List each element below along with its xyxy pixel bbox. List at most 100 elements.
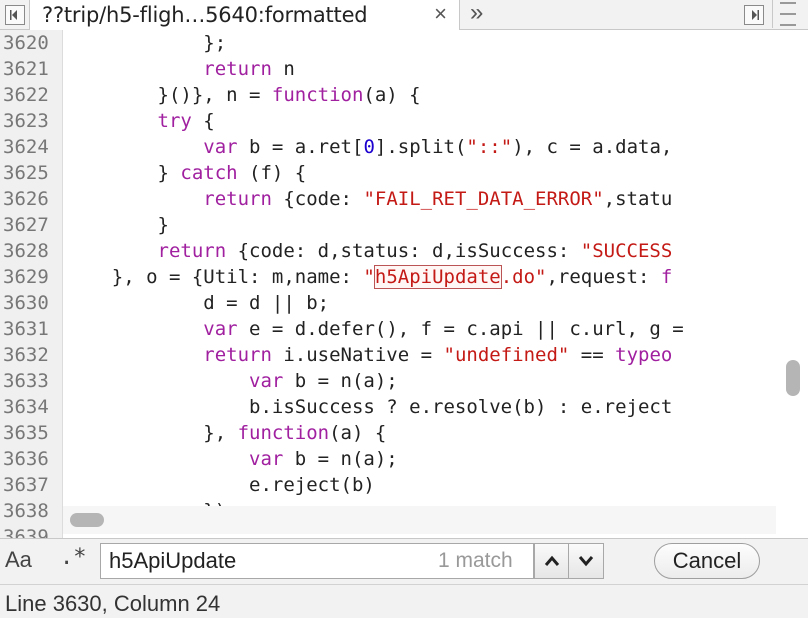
code-token: e.reject(b) [66, 474, 375, 496]
line-number[interactable]: 3627 [0, 212, 58, 238]
code-token: b = n(a); [283, 370, 398, 392]
code-token: f [660, 266, 673, 288]
code-token: .do" [500, 266, 547, 288]
line-number[interactable]: 3620 [0, 30, 58, 56]
code-line: return n [66, 56, 295, 82]
line-number[interactable]: 3626 [0, 186, 58, 212]
code-line: e.reject(b) [66, 472, 375, 498]
toggle-debugger-button[interactable] [736, 0, 772, 29]
code-line: var e = d.defer(), f = c.api || c.url, g… [66, 316, 684, 342]
code-token: == [569, 344, 616, 366]
code-token: var [203, 318, 238, 340]
line-number[interactable]: 3621 [0, 56, 58, 82]
code-line: } [66, 212, 169, 238]
code-token: catch [180, 162, 238, 184]
line-number[interactable]: 3630 [0, 290, 58, 316]
code-token: n [271, 58, 295, 80]
code-token: var [203, 136, 238, 158]
line-number[interactable]: 3634 [0, 394, 58, 420]
match-case-toggle[interactable]: Aa [5, 547, 32, 573]
code-token: var [249, 370, 284, 392]
panel-left-icon [4, 4, 25, 25]
code-line: b.isSuccess ? e.resolve(b) : e.reject [66, 394, 672, 420]
code-token: ), c = a.data, [512, 136, 673, 158]
more-tabs-icon[interactable]: » [470, 0, 483, 27]
next-match-button[interactable] [569, 543, 604, 579]
line-number[interactable]: 3624 [0, 134, 58, 160]
code-token: "FAIL_RET_DATA_ERROR" [363, 188, 604, 210]
code-line: var b = a.ret[0].split("::"), c = a.data… [66, 134, 672, 160]
line-number[interactable]: 3635 [0, 420, 58, 446]
code-token: {code: d,status: d,isSuccess: [226, 240, 581, 262]
line-number[interactable]: 3639 [0, 524, 58, 538]
cancel-button[interactable]: Cancel [654, 543, 760, 579]
code-token: return [157, 240, 227, 262]
code-token: "SUCCESS [580, 240, 673, 262]
search-bar: Aa .* 1 match Cancel [0, 538, 808, 584]
code-line: return {code: "FAIL_RET_DATA_ERROR",stat… [66, 186, 672, 212]
previous-match-button[interactable] [534, 543, 569, 579]
code-line: }; [66, 30, 226, 56]
code-token: }; [66, 32, 227, 54]
code-token: "::" [466, 136, 513, 158]
code-token: ,request: [546, 266, 661, 288]
chevron-up-icon [544, 555, 559, 566]
horizontal-scrollbar[interactable] [70, 513, 104, 527]
code-token: return [203, 58, 272, 80]
line-number[interactable]: 3625 [0, 160, 58, 186]
code-token: (f) { [237, 162, 307, 184]
cursor-position: Line 3630, Column 24 [5, 591, 221, 616]
line-number[interactable]: 3633 [0, 368, 58, 394]
line-number[interactable]: 3628 [0, 238, 58, 264]
code-token: b = n(a); [283, 448, 398, 470]
panel-right-icon [744, 4, 764, 25]
code-token: return [203, 344, 272, 366]
code-line: } catch (f) { [66, 160, 307, 186]
code-line: var b = n(a); [66, 446, 398, 472]
code-token: " [363, 266, 375, 288]
code-token: 0 [363, 136, 375, 158]
tab-menu-icon[interactable] [772, 0, 798, 28]
source-tab[interactable]: ??trip/h5-fligh…5640:formatted × [30, 0, 460, 30]
regex-toggle[interactable]: .* [60, 545, 87, 570]
line-number[interactable]: 3638 [0, 498, 58, 524]
line-number[interactable]: 3622 [0, 82, 58, 108]
code-line: return i.useNative = "undefined" == type… [66, 342, 672, 368]
match-count: 1 match [438, 549, 513, 572]
line-number[interactable]: 3632 [0, 342, 58, 368]
code-token: return [203, 188, 272, 210]
code-token: } [66, 214, 169, 236]
code-token: i.useNative = [271, 344, 444, 366]
code-token: "undefined" [443, 344, 570, 366]
code-token: ].split( [374, 136, 467, 158]
code-token: } [66, 162, 181, 184]
code-token: {code: [271, 188, 364, 210]
line-number[interactable]: 3631 [0, 316, 58, 342]
code-area[interactable]: }; return n }()}, n = function(a) { try … [66, 30, 776, 538]
line-number[interactable]: 3636 [0, 446, 58, 472]
line-number[interactable]: 3629 [0, 264, 58, 290]
line-number-gutter: 3620 3621 3622 3623 3624 3625 3626 3627 3628 3629… [0, 30, 63, 538]
chevron-down-icon [578, 556, 594, 567]
vertical-scrollbar[interactable] [786, 360, 800, 396]
search-match-highlight: h5ApiUpdate [373, 265, 502, 289]
code-line: d = d || b; [66, 290, 329, 316]
code-token: e = d.defer(), f = c.api || c.url, g = [237, 318, 684, 340]
line-number[interactable]: 3623 [0, 108, 58, 134]
code-line: }()}, n = function(a) { [66, 82, 421, 108]
line-number[interactable]: 3637 [0, 472, 58, 498]
code-token: ,statu [603, 188, 673, 210]
code-token: }()}, n = [66, 84, 272, 106]
toggle-navigator-button[interactable] [0, 0, 30, 29]
close-icon[interactable]: × [434, 1, 447, 27]
code-token: function [237, 422, 330, 444]
code-token: d = d || b; [66, 292, 330, 314]
code-editor[interactable]: 3620 3621 3622 3623 3624 3625 3626 3627 3628 3629… [0, 30, 808, 538]
